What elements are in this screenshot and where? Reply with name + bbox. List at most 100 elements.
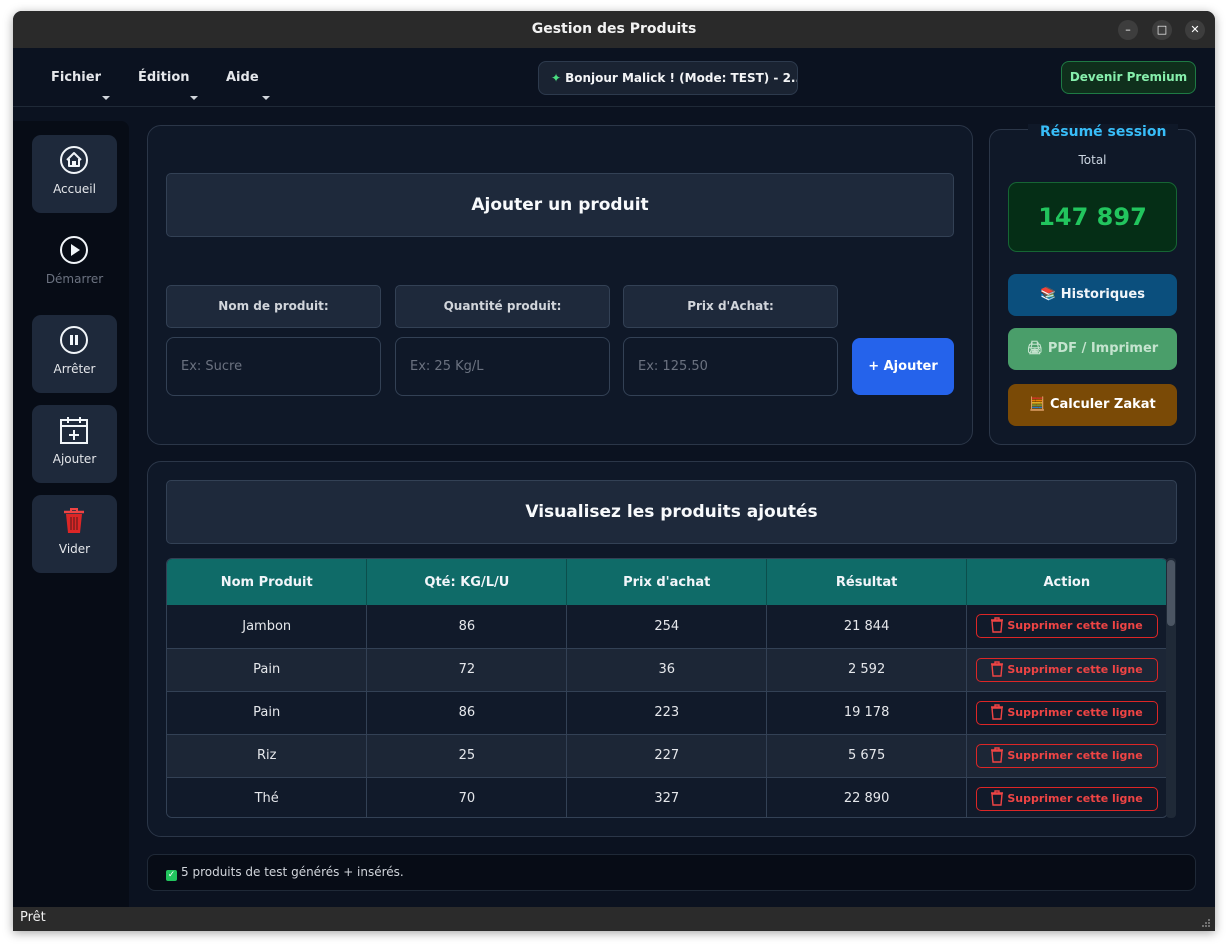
- products-panel: Visualisez les produits ajoutés Nom Prod…: [147, 461, 1196, 837]
- close-icon: ✕: [1190, 23, 1200, 36]
- calculer-zakat-button[interactable]: 🧮 Calculer Zakat: [1008, 384, 1177, 426]
- home-icon: [60, 146, 88, 174]
- product-price-label: Prix d'Achat:: [623, 285, 838, 328]
- cell-result: 22 890: [766, 777, 968, 817]
- products-table-title: Visualisez les produits ajoutés: [166, 480, 1177, 544]
- product-quantity-input[interactable]: [395, 337, 610, 396]
- cell-price: 36: [566, 648, 768, 692]
- sidebar-item-label: Arrêter: [53, 362, 96, 376]
- pdf-print-button[interactable]: 🖨 PDF / Imprimer: [1008, 328, 1177, 370]
- sidebar-item-demarrer[interactable]: Démarrer: [32, 225, 117, 303]
- products-table: Nom Produit Qté: KG/L/U Prix d'achat Rés…: [167, 559, 1167, 817]
- abacus-icon: 🧮: [1029, 397, 1046, 412]
- maximize-button[interactable]: □: [1152, 20, 1172, 40]
- cell-name: Thé: [167, 777, 368, 817]
- cell-price: 254: [566, 605, 768, 649]
- cell-name: Pain: [167, 691, 368, 735]
- delete-row-button[interactable]: Supprimer cette ligne: [975, 657, 1158, 682]
- minimize-button[interactable]: –: [1118, 20, 1138, 40]
- cell-price: 227: [566, 734, 768, 778]
- column-header-price[interactable]: Prix d'achat: [566, 559, 768, 605]
- chevron-down-icon: [102, 96, 110, 100]
- delete-row-button[interactable]: Supprimer cette ligne: [975, 743, 1158, 768]
- table-scrollbar[interactable]: [1166, 558, 1176, 818]
- app-window: Gestion des Produits – □ ✕ Fichier Éditi…: [13, 11, 1215, 931]
- sidebar: Accueil Démarrer Arrêter Ajouter Vider: [13, 121, 129, 907]
- historiques-button[interactable]: 📚 Historiques: [1008, 274, 1177, 316]
- premium-button[interactable]: Devenir Premium: [1061, 61, 1196, 94]
- delete-row-label: Supprimer cette ligne: [1007, 791, 1143, 805]
- close-button[interactable]: ✕: [1185, 20, 1205, 40]
- delete-row-label: Supprimer cette ligne: [1007, 662, 1143, 676]
- minimize-icon: –: [1125, 23, 1131, 36]
- cell-qty: 72: [366, 648, 568, 692]
- greeting-text: Bonjour Malick ! (Mode: TEST) - 2..: [565, 71, 798, 85]
- check-icon: ✓: [166, 870, 177, 881]
- menu-aide[interactable]: Aide: [226, 70, 259, 85]
- status-bar: Prêt: [13, 907, 1215, 931]
- cell-action: Supprimer cette ligne: [966, 777, 1167, 817]
- cell-qty: 25: [366, 734, 568, 778]
- add-product-title: Ajouter un produit: [166, 173, 954, 237]
- calculer-zakat-label: Calculer Zakat: [1049, 397, 1156, 412]
- menu-bar: Fichier Édition Aide ✦ Bonjour Malick ! (…: [13, 48, 1215, 107]
- table-row: Jambon 86 254 21 844 Supprimer cette lig…: [167, 605, 1167, 649]
- cell-price: 223: [566, 691, 768, 735]
- table-row: Pain 86 223 19 178 Supprimer cette ligne: [167, 691, 1167, 735]
- historiques-label: Historiques: [1060, 287, 1145, 302]
- product-name-input[interactable]: [166, 337, 381, 396]
- delete-row-button[interactable]: Supprimer cette ligne: [975, 786, 1158, 811]
- scrollbar-thumb[interactable]: [1167, 560, 1175, 626]
- pause-icon: [60, 326, 88, 354]
- trash-icon: [991, 617, 1004, 633]
- window-title: Gestion des Produits: [531, 21, 697, 37]
- menu-fichier[interactable]: Fichier: [51, 70, 101, 85]
- trash-icon: [991, 660, 1004, 677]
- table-row: Riz 25 227 5 675 Supprimer cette ligne: [167, 734, 1167, 778]
- column-header-qty[interactable]: Qté: KG/L/U: [366, 559, 568, 605]
- calendar-add-icon: [60, 417, 88, 444]
- books-icon: 📚: [1040, 287, 1057, 302]
- status-message: ✓ 5 produits de test générés + insérés.: [147, 854, 1196, 891]
- product-name-label: Nom de produit:: [166, 285, 381, 328]
- cell-result: 2 592: [766, 648, 968, 692]
- sidebar-item-label: Vider: [58, 542, 91, 556]
- menu-edition[interactable]: Édition: [138, 70, 190, 85]
- summary-title: Résumé session: [1028, 124, 1179, 140]
- sidebar-item-label: Démarrer: [45, 272, 104, 286]
- add-product-button[interactable]: + Ajouter: [852, 338, 954, 395]
- sidebar-item-label: Ajouter: [52, 452, 97, 466]
- delete-row-label: Supprimer cette ligne: [1007, 619, 1143, 633]
- product-price-input[interactable]: [623, 337, 838, 396]
- cell-qty: 86: [366, 691, 568, 735]
- chevron-down-icon: [262, 96, 270, 100]
- pdf-print-label: PDF / Imprimer: [1047, 341, 1159, 356]
- trash-icon: [991, 789, 1004, 806]
- delete-row-button[interactable]: Supprimer cette ligne: [975, 614, 1158, 639]
- sidebar-item-accueil[interactable]: Accueil: [32, 135, 117, 213]
- play-icon: [60, 236, 88, 264]
- resize-grip-icon[interactable]: [1201, 918, 1211, 928]
- greeting-badge: ✦ Bonjour Malick ! (Mode: TEST) - 2..: [538, 61, 798, 95]
- cell-action: Supprimer cette ligne: [966, 648, 1167, 692]
- title-bar: Gestion des Produits – □ ✕: [13, 11, 1215, 48]
- table-row: Thé 70 327 22 890 Supprimer cette ligne: [167, 777, 1167, 817]
- delete-row-button[interactable]: Supprimer cette ligne: [975, 700, 1158, 725]
- printer-icon: 🖨: [1026, 341, 1044, 356]
- delete-row-label: Supprimer cette ligne: [1007, 705, 1143, 719]
- cell-action: Supprimer cette ligne: [966, 605, 1167, 649]
- column-header-action[interactable]: Action: [966, 559, 1167, 605]
- puzzle-icon: ✦: [551, 71, 562, 85]
- maximize-icon: □: [1156, 23, 1168, 36]
- sidebar-item-vider[interactable]: Vider: [32, 495, 117, 573]
- cell-name: Jambon: [167, 605, 368, 649]
- sidebar-item-ajouter[interactable]: Ajouter: [32, 405, 117, 483]
- column-header-name[interactable]: Nom Produit: [167, 559, 368, 605]
- products-table-container: Nom Produit Qté: KG/L/U Prix d'achat Rés…: [166, 558, 1168, 818]
- product-quantity-label: Quantité produit:: [395, 285, 610, 328]
- sidebar-item-arreter[interactable]: Arrêter: [32, 315, 117, 393]
- cell-price: 327: [566, 777, 768, 817]
- column-header-result[interactable]: Résultat: [766, 559, 968, 605]
- trash-icon: [991, 703, 1004, 720]
- delete-row-label: Supprimer cette ligne: [1007, 748, 1143, 762]
